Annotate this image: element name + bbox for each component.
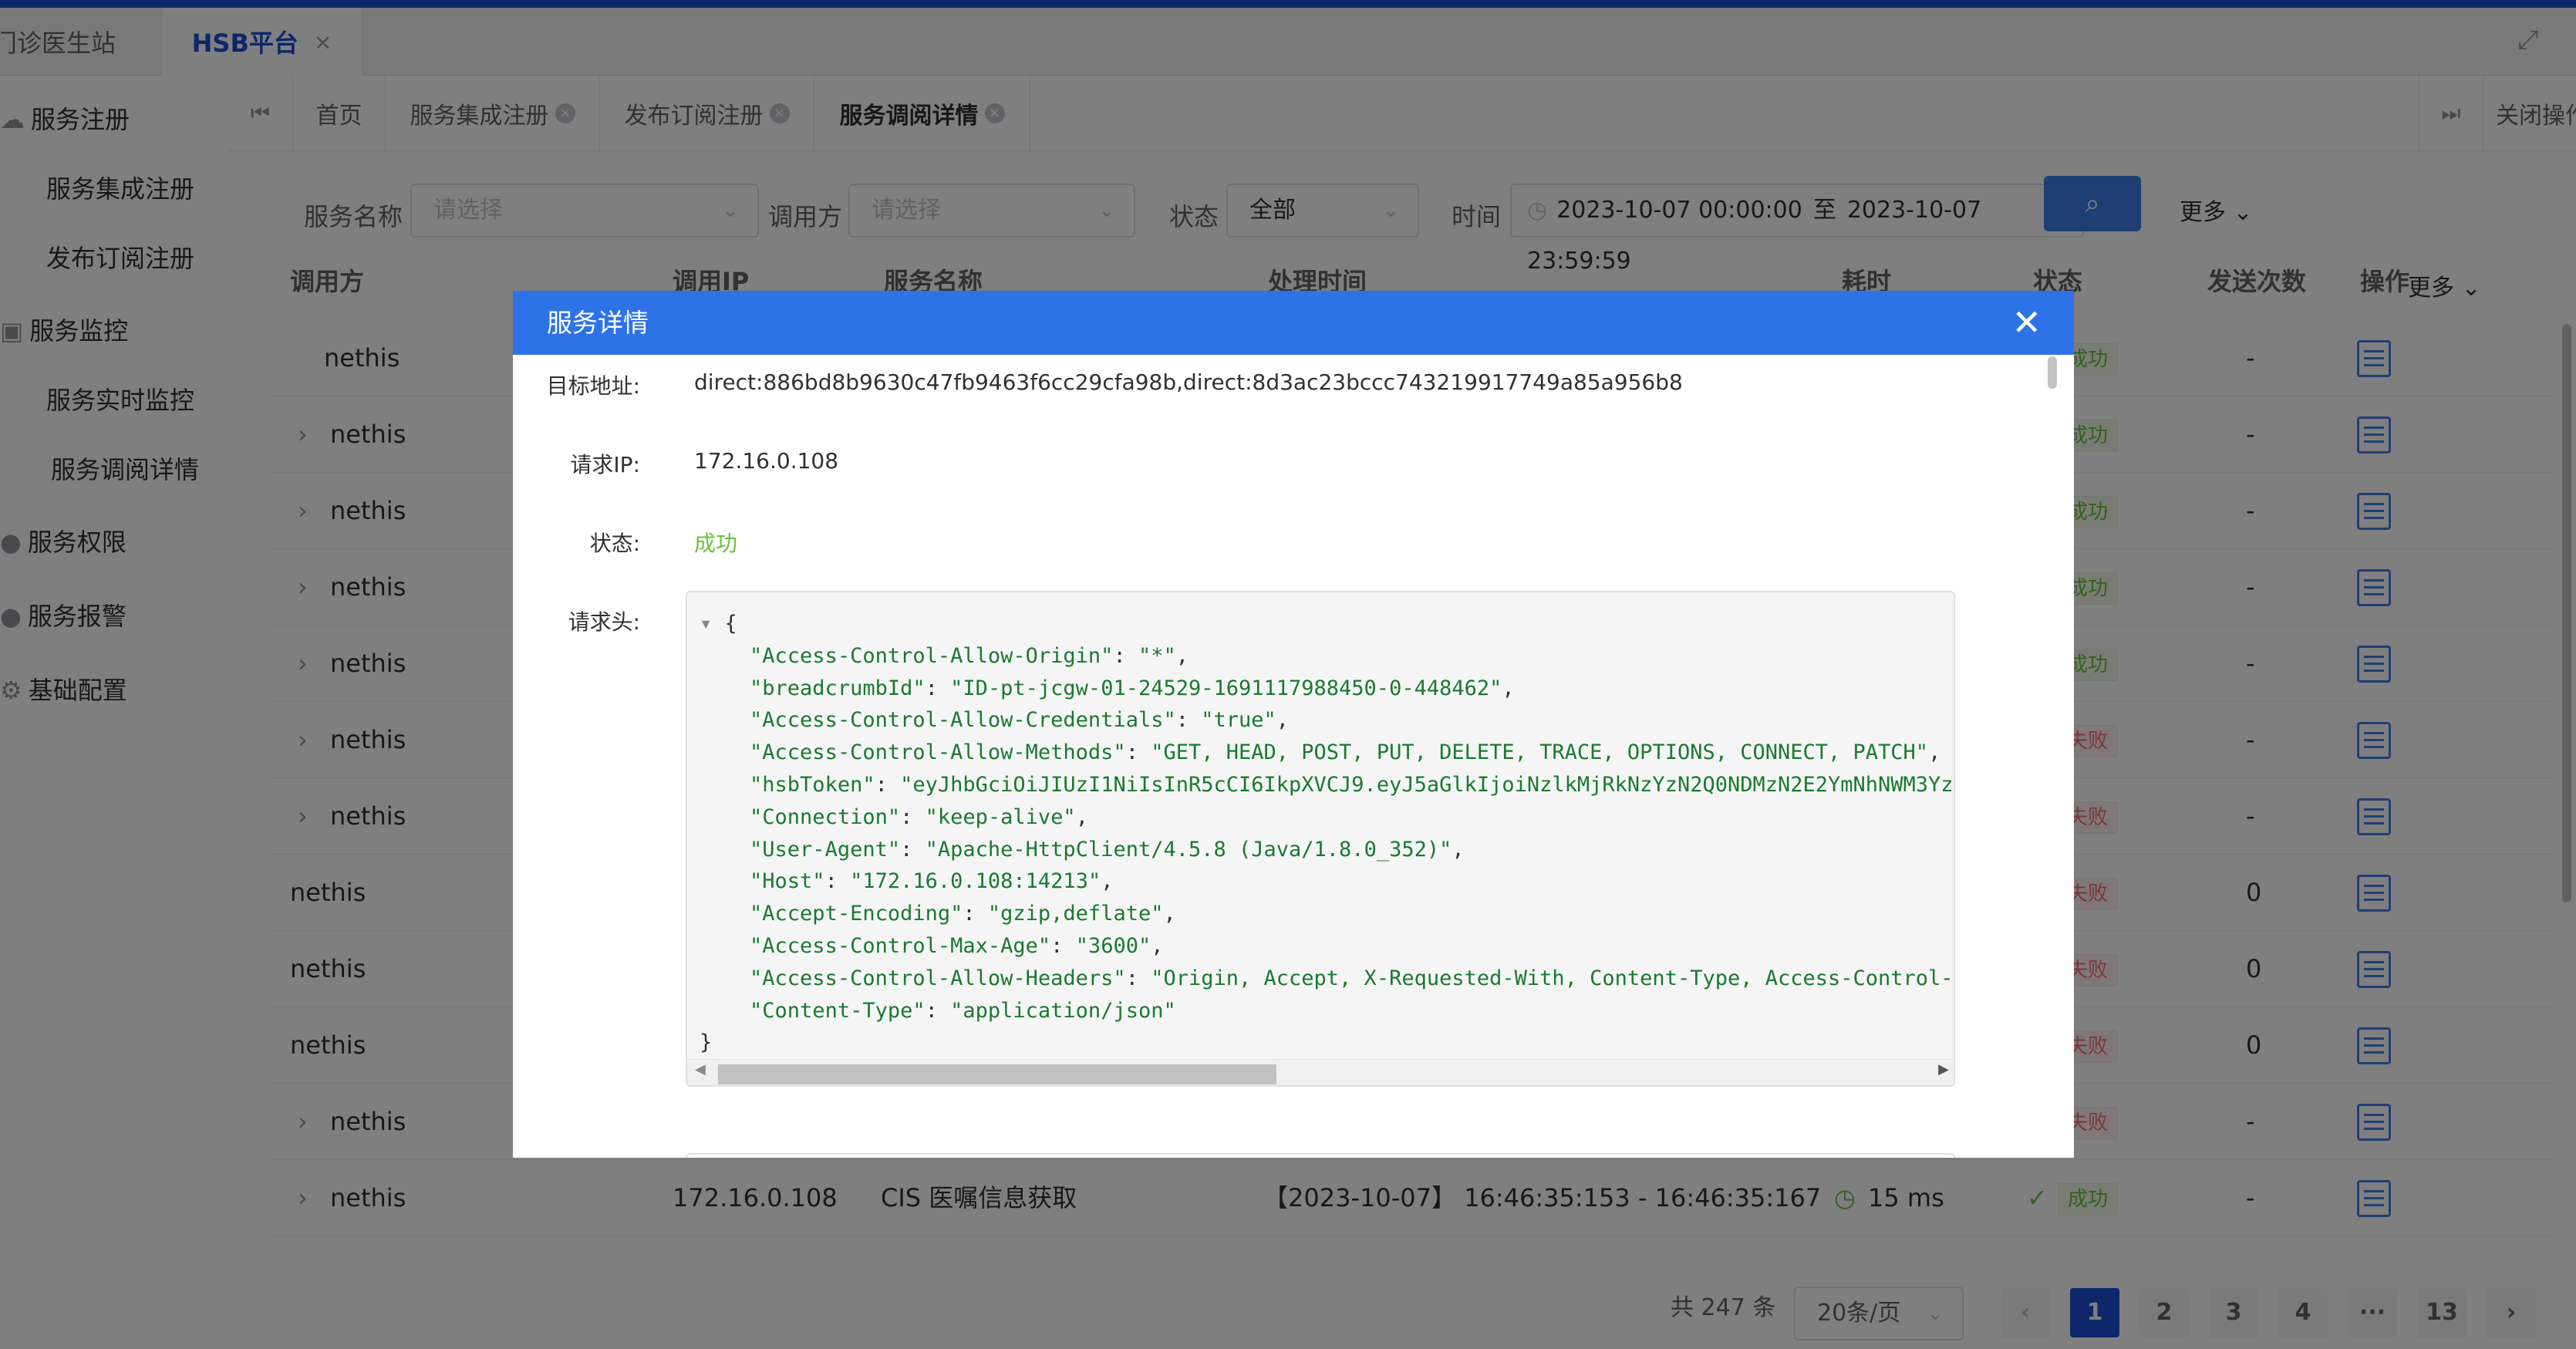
json-key: "Accept-Encoding" <box>750 902 963 926</box>
request-headers-label: 请求头: <box>568 609 640 635</box>
dialog-title: 服务详情 <box>547 308 649 338</box>
response-json-viewer[interactable] <box>686 1153 1955 1158</box>
scroll-left-icon[interactable]: ◀ <box>695 1061 706 1078</box>
json-key: "Access-Control-Max-Age" <box>750 933 1051 958</box>
json-value: "Origin, Accept, X-Requested-With, Conte… <box>1151 966 1955 990</box>
json-value: "*" <box>1138 643 1176 668</box>
json-value: "gzip,deflate" <box>987 902 1164 926</box>
json-key: "hsbToken" <box>750 772 875 797</box>
json-key: "Content-Type" <box>750 998 926 1023</box>
horizontal-scrollbar[interactable]: ◀ ▶ <box>687 1059 1954 1085</box>
json-key: "User-Agent" <box>750 837 901 862</box>
json-key: "Access-Control-Allow-Headers" <box>750 966 1126 990</box>
json-key: "Access-Control-Allow-Credentials" <box>750 708 1176 733</box>
close-icon[interactable]: ✕ <box>2011 291 2042 355</box>
status-label: 状态: <box>589 531 640 556</box>
json-content: ▾ { "Access-Control-Allow-Origin": "*", … <box>700 608 1955 1059</box>
scroll-right-icon[interactable]: ▶ <box>1938 1061 1949 1078</box>
json-value: "GET, HEAD, POST, PUT, DELETE, TRACE, OP… <box>1151 740 1929 765</box>
json-value: "Apache-HttpClient/4.5.8 (Java/1.8.0_352… <box>925 837 1452 862</box>
json-value: "3600" <box>1075 933 1151 958</box>
json-value: "172.16.0.108:14213" <box>850 869 1101 894</box>
status-value: 成功 <box>694 531 738 556</box>
json-key: "Access-Control-Allow-Origin" <box>750 643 1114 668</box>
json-value: "application/json" <box>950 998 1176 1023</box>
json-key: "Connection" <box>750 804 901 829</box>
service-detail-dialog: 服务详情 ✕ 目标地址: direct:886bd8b9630c47fb9463… <box>513 291 2074 1158</box>
json-value: "ID-pt-jcgw-01-24529-1691117988450-0-448… <box>950 676 1502 700</box>
json-value: "true" <box>1201 708 1276 733</box>
target-address-value: direct:886bd8b9630c47fb9463f6cc29cfa98b,… <box>694 369 1683 395</box>
collapse-arrow-icon[interactable]: ▾ <box>700 612 712 636</box>
target-address-label: 目标地址: <box>546 373 640 399</box>
scrollbar-thumb[interactable] <box>718 1064 1276 1084</box>
dialog-scrollbar[interactable] <box>2048 356 2057 389</box>
json-key: "breadcrumbId" <box>750 676 926 700</box>
json-key: "Access-Control-Allow-Methods" <box>750 740 1126 765</box>
json-key: "Host" <box>750 869 825 894</box>
json-value: "eyJhbGciOiJIUzI1NiIsInR5cCI6IkpXVCJ9.ey… <box>900 772 1955 797</box>
json-value: "keep-alive" <box>925 804 1076 829</box>
dialog-header: 服务详情 ✕ <box>513 291 2074 355</box>
request-headers-json-viewer[interactable]: ▾ { "Access-Control-Allow-Origin": "*", … <box>686 591 1955 1087</box>
request-ip-label: 请求IP: <box>570 452 640 477</box>
request-ip-value: 172.16.0.108 <box>694 448 839 474</box>
